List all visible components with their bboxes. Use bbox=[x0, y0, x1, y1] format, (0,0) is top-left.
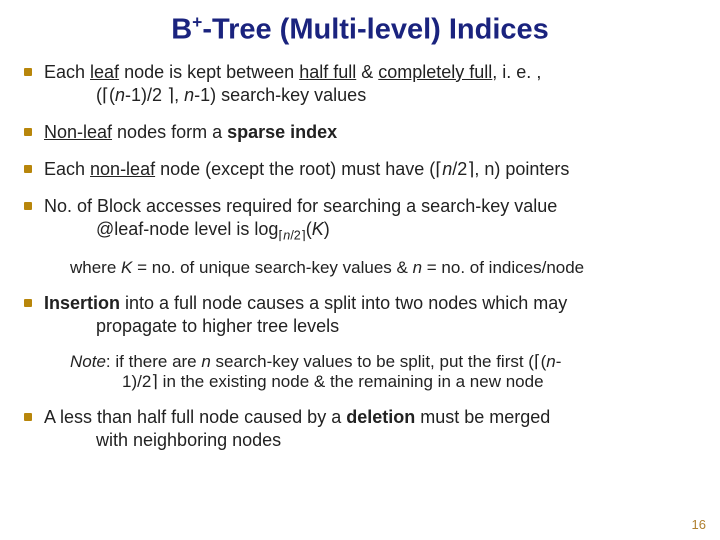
bullet-text: Each non-leaf node (except the root) mus… bbox=[44, 159, 569, 179]
bullet-text: Each leaf node is kept between half full… bbox=[44, 62, 702, 107]
bullet-list-3: A less than half full node caused by a d… bbox=[18, 406, 702, 452]
slide: B+-Tree (Multi-level) Indices Each leaf … bbox=[0, 0, 720, 540]
list-item: A less than half full node caused by a d… bbox=[18, 406, 702, 452]
list-item: Non-leaf nodes form a sparse index bbox=[18, 121, 702, 144]
bullet-text: Insertion into a full node causes a spli… bbox=[44, 293, 702, 338]
list-item: Insertion into a full node causes a spli… bbox=[18, 292, 702, 338]
bullet-text: No. of Block accesses required for searc… bbox=[44, 196, 702, 244]
bullet-list-2: Insertion into a full node causes a spli… bbox=[18, 292, 702, 338]
slide-title: B+-Tree (Multi-level) Indices bbox=[18, 12, 702, 47]
list-item: No. of Block accesses required for searc… bbox=[18, 195, 702, 244]
list-item: Each leaf node is kept between half full… bbox=[18, 61, 702, 107]
sub-note: where K = no. of unique search-key value… bbox=[18, 258, 702, 278]
bullet-list: Each leaf node is kept between half full… bbox=[18, 61, 702, 244]
sub-note: Note: if there are n search-key values t… bbox=[18, 352, 702, 392]
page-number: 16 bbox=[692, 517, 706, 532]
bullet-text: A less than half full node caused by a d… bbox=[44, 407, 702, 452]
bullet-text: Non-leaf nodes form a sparse index bbox=[44, 122, 337, 142]
list-item: Each non-leaf node (except the root) mus… bbox=[18, 158, 702, 181]
